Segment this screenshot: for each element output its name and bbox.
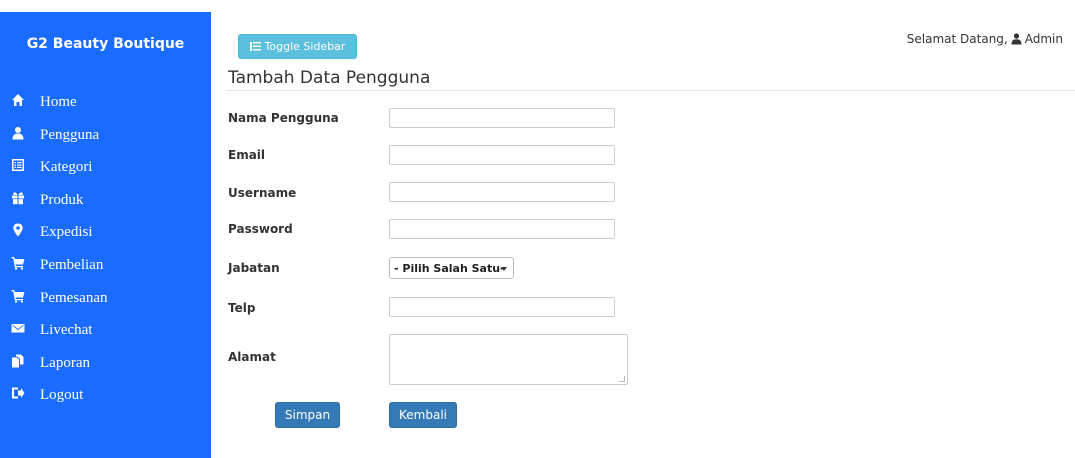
- sidebar-item-pengguna[interactable]: Pengguna: [0, 119, 211, 152]
- documents-icon: [11, 354, 25, 368]
- sidebar-item-pembelian[interactable]: Pembelian: [0, 249, 211, 282]
- username-label: Username: [228, 186, 297, 200]
- sidebar-item-kategori[interactable]: Kategori: [0, 151, 211, 184]
- password-field[interactable]: [389, 219, 615, 239]
- jabatan-select[interactable]: - Pilih Salah Satu-: [389, 257, 514, 279]
- telp-label: Telp: [228, 301, 256, 315]
- sidebar-item-label: Expedisi: [40, 224, 93, 241]
- sidebar-item-label: Produk: [40, 191, 84, 208]
- sidebar-item-label: Kategori: [40, 159, 93, 176]
- sidebar: G2 Beauty Boutique Home Pengguna Kategor…: [0, 12, 211, 458]
- list-icon: [11, 158, 25, 172]
- sidebar-item-produk[interactable]: Produk: [0, 184, 211, 217]
- envelope-icon: [11, 321, 25, 335]
- sidebar-item-label: Pemesanan: [40, 289, 108, 306]
- welcome-message: Selamat Datang, Admin: [907, 32, 1063, 46]
- alamat-label: Alamat: [228, 350, 276, 364]
- nama-pengguna-field[interactable]: [389, 108, 615, 128]
- sidebar-item-pemesanan[interactable]: Pemesanan: [0, 282, 211, 315]
- jabatan-selected: - Pilih Salah Satu-: [394, 261, 505, 275]
- nama-pengguna-label: Nama Pengguna: [228, 111, 339, 125]
- sidebar-item-expedisi[interactable]: Expedisi: [0, 216, 211, 249]
- toggle-sidebar-label: Toggle Sidebar: [264, 40, 346, 53]
- main-content: Toggle Sidebar Selamat Datang, Admin Tam…: [211, 0, 1075, 458]
- password-label: Password: [228, 222, 293, 236]
- sidebar-item-home[interactable]: Home: [0, 86, 211, 119]
- sidebar-item-label: Livechat: [40, 322, 93, 339]
- back-button[interactable]: Kembali: [389, 402, 457, 428]
- jabatan-label: Jabatan: [228, 261, 280, 275]
- resize-grip-icon[interactable]: [619, 376, 625, 382]
- alamat-textarea[interactable]: [389, 334, 628, 385]
- home-icon: [11, 93, 25, 107]
- sidebar-item-label: Home: [40, 94, 77, 110]
- telp-field[interactable]: [389, 297, 615, 317]
- sidebar-item-logout[interactable]: Logout: [0, 379, 211, 412]
- page-title: Tambah Data Pengguna: [228, 68, 431, 88]
- menu-lines-icon: [249, 42, 261, 51]
- save-button[interactable]: Simpan: [275, 402, 340, 428]
- sidebar-item-laporan[interactable]: Laporan: [0, 347, 211, 380]
- map-marker-icon: [11, 223, 25, 237]
- welcome-text: Selamat Datang,: [906, 32, 1008, 46]
- sidebar-item-label: Pengguna: [40, 126, 100, 143]
- user-name[interactable]: Admin: [1025, 32, 1063, 46]
- shopping-cart-icon: [11, 256, 25, 270]
- user-icon: [11, 126, 25, 140]
- email-field[interactable]: [389, 145, 615, 165]
- sidebar-item-label: Pembelian: [40, 256, 104, 273]
- title-divider: [226, 90, 1075, 91]
- shopping-cart-icon: [11, 289, 25, 303]
- sidebar-item-livechat[interactable]: Livechat: [0, 314, 211, 347]
- log-out-icon: [11, 386, 25, 400]
- user-icon: [1011, 33, 1022, 45]
- email-label: Email: [228, 148, 266, 162]
- sidebar-item-label: Laporan: [40, 354, 90, 371]
- toggle-sidebar-button[interactable]: Toggle Sidebar: [238, 34, 357, 59]
- gift-icon: [11, 191, 25, 205]
- sidebar-nav: Home Pengguna Kategori Produk Expedisi P…: [0, 86, 211, 412]
- sidebar-item-label: Logout: [40, 387, 84, 404]
- username-field[interactable]: [389, 182, 615, 202]
- brand-title[interactable]: G2 Beauty Boutique: [0, 36, 211, 52]
- chevron-down-icon: [501, 267, 507, 271]
